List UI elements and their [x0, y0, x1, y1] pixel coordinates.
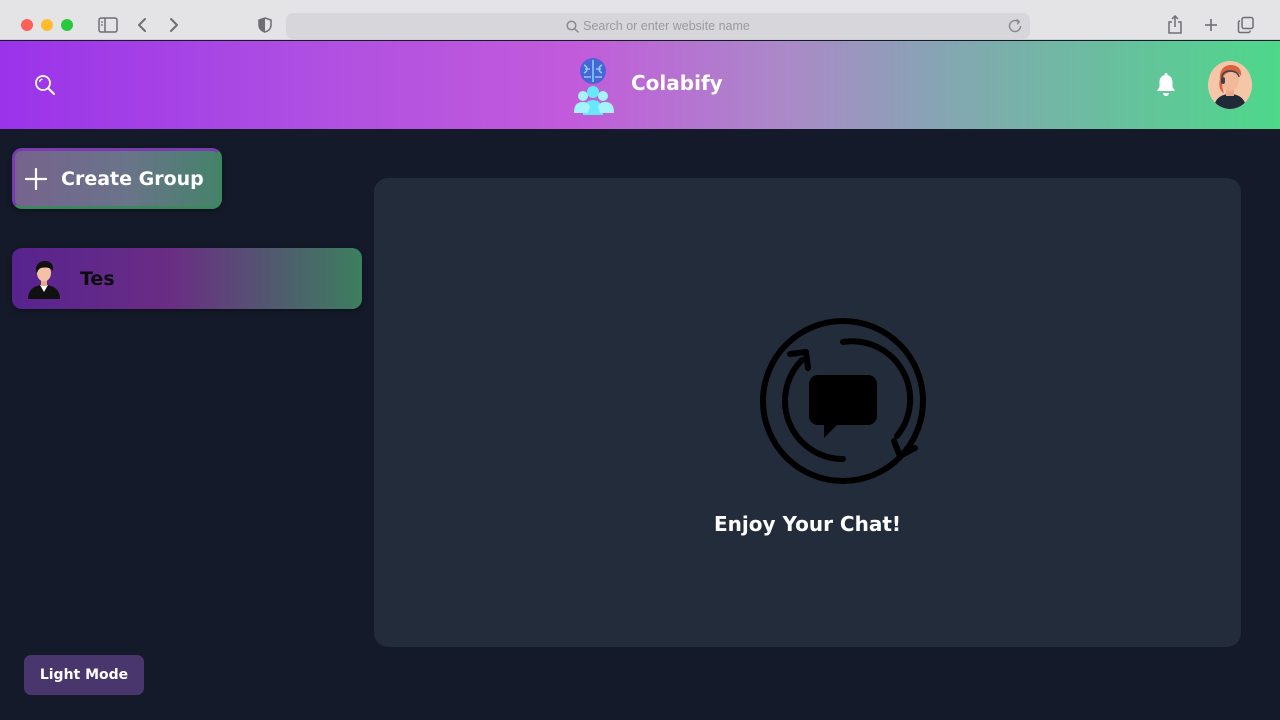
empty-chat-message: Enjoy Your Chat!	[713, 512, 902, 536]
group-list-item[interactable]: Tes	[12, 248, 362, 309]
window-close-button[interactable]	[21, 19, 33, 31]
app-title: Colabify	[631, 71, 723, 95]
tab-overview-icon[interactable]	[1235, 14, 1257, 36]
address-bar[interactable]: Search or enter website name	[286, 13, 1030, 39]
search-icon	[566, 19, 579, 33]
forward-icon[interactable]	[163, 14, 185, 36]
sidebar-toggle-icon[interactable]	[97, 14, 119, 36]
reload-icon[interactable]	[1006, 17, 1024, 39]
app-header: Colabify	[0, 41, 1280, 129]
new-tab-icon[interactable]	[1200, 14, 1222, 36]
group-name: Tes	[80, 267, 115, 290]
light-mode-label: Light Mode	[39, 667, 129, 683]
chat-panel: Enjoy Your Chat!	[374, 178, 1241, 647]
window-zoom-button[interactable]	[61, 19, 73, 31]
create-group-button[interactable]: Create Group	[12, 148, 222, 209]
back-icon[interactable]	[131, 14, 153, 36]
share-icon[interactable]	[1164, 14, 1186, 36]
person-avatar-icon	[28, 260, 60, 299]
search-icon[interactable]	[32, 72, 58, 98]
shield-icon[interactable]	[254, 14, 276, 36]
window-minimize-button[interactable]	[41, 19, 53, 31]
plus-icon	[25, 167, 47, 190]
browser-toolbar: Search or enter website name	[0, 0, 1280, 40]
chat-sync-icon	[760, 318, 926, 484]
notification-bell-icon[interactable]	[1154, 72, 1178, 98]
create-group-label: Create Group	[61, 167, 204, 190]
user-avatar[interactable]	[1208, 61, 1252, 109]
light-mode-toggle-button[interactable]: Light Mode	[24, 655, 144, 695]
colabify-logo-icon	[572, 53, 616, 117]
address-bar-placeholder: Search or enter website name	[583, 19, 750, 33]
